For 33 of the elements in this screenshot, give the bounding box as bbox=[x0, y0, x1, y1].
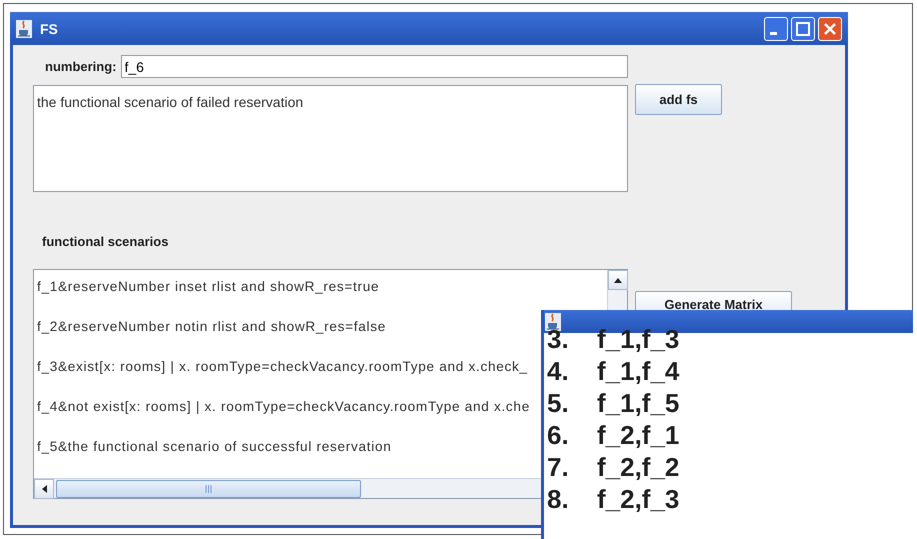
left-arrow-icon bbox=[42, 484, 46, 492]
numbering-field[interactable]: f_6 bbox=[120, 55, 628, 78]
window-title: FS bbox=[40, 20, 58, 36]
pair-text: f_2,f_3 bbox=[597, 484, 680, 514]
description-field[interactable]: the functional scenario of failed reservation bbox=[33, 85, 628, 192]
coffee-cup-icon bbox=[16, 20, 32, 38]
minimize-button[interactable] bbox=[764, 16, 788, 40]
add-fs-button[interactable]: add fs bbox=[635, 84, 722, 115]
row-number: 6. bbox=[547, 420, 570, 450]
close-icon bbox=[823, 22, 837, 36]
row-number: 3. bbox=[547, 324, 570, 354]
pair-text: f_2,f_2 bbox=[597, 452, 680, 482]
list-item[interactable]: f_2&reserveNumber notin rlist and showR_res=false bbox=[37, 316, 386, 337]
pair-text: f_2,f_1 bbox=[597, 420, 680, 450]
row-number: 4. bbox=[547, 356, 570, 386]
row-number: 8. bbox=[547, 484, 570, 514]
list-item[interactable]: f_4&not exist[x: rooms] | x. roomType=checkVacancy.roomType and x.che bbox=[37, 396, 530, 417]
scroll-thumb[interactable] bbox=[56, 480, 361, 498]
coffee-cup-icon bbox=[545, 312, 561, 330]
list-item[interactable]: f_5&the functional scenario of successful reservation bbox=[37, 436, 392, 457]
maximize-icon bbox=[796, 22, 810, 36]
maximize-button[interactable] bbox=[791, 16, 815, 40]
list-item[interactable]: f_3&exist[x: rooms] | x. roomType=checkVacancy.roomType and x.check_ bbox=[37, 356, 528, 377]
row-number: 7. bbox=[547, 452, 570, 482]
minimize-icon bbox=[770, 32, 776, 35]
up-arrow-icon bbox=[614, 278, 622, 282]
numbering-label: numbering: bbox=[45, 59, 116, 74]
row-number: 5. bbox=[547, 388, 570, 418]
pair-text: f_1,f_4 bbox=[597, 356, 680, 386]
section-label: functional scenarios bbox=[41, 234, 170, 249]
close-button[interactable] bbox=[818, 16, 842, 40]
pair-text: f_1,f_5 bbox=[597, 388, 680, 418]
list-item[interactable]: f_1&reserveNumber inset rlist and showR_res=true bbox=[37, 276, 380, 297]
